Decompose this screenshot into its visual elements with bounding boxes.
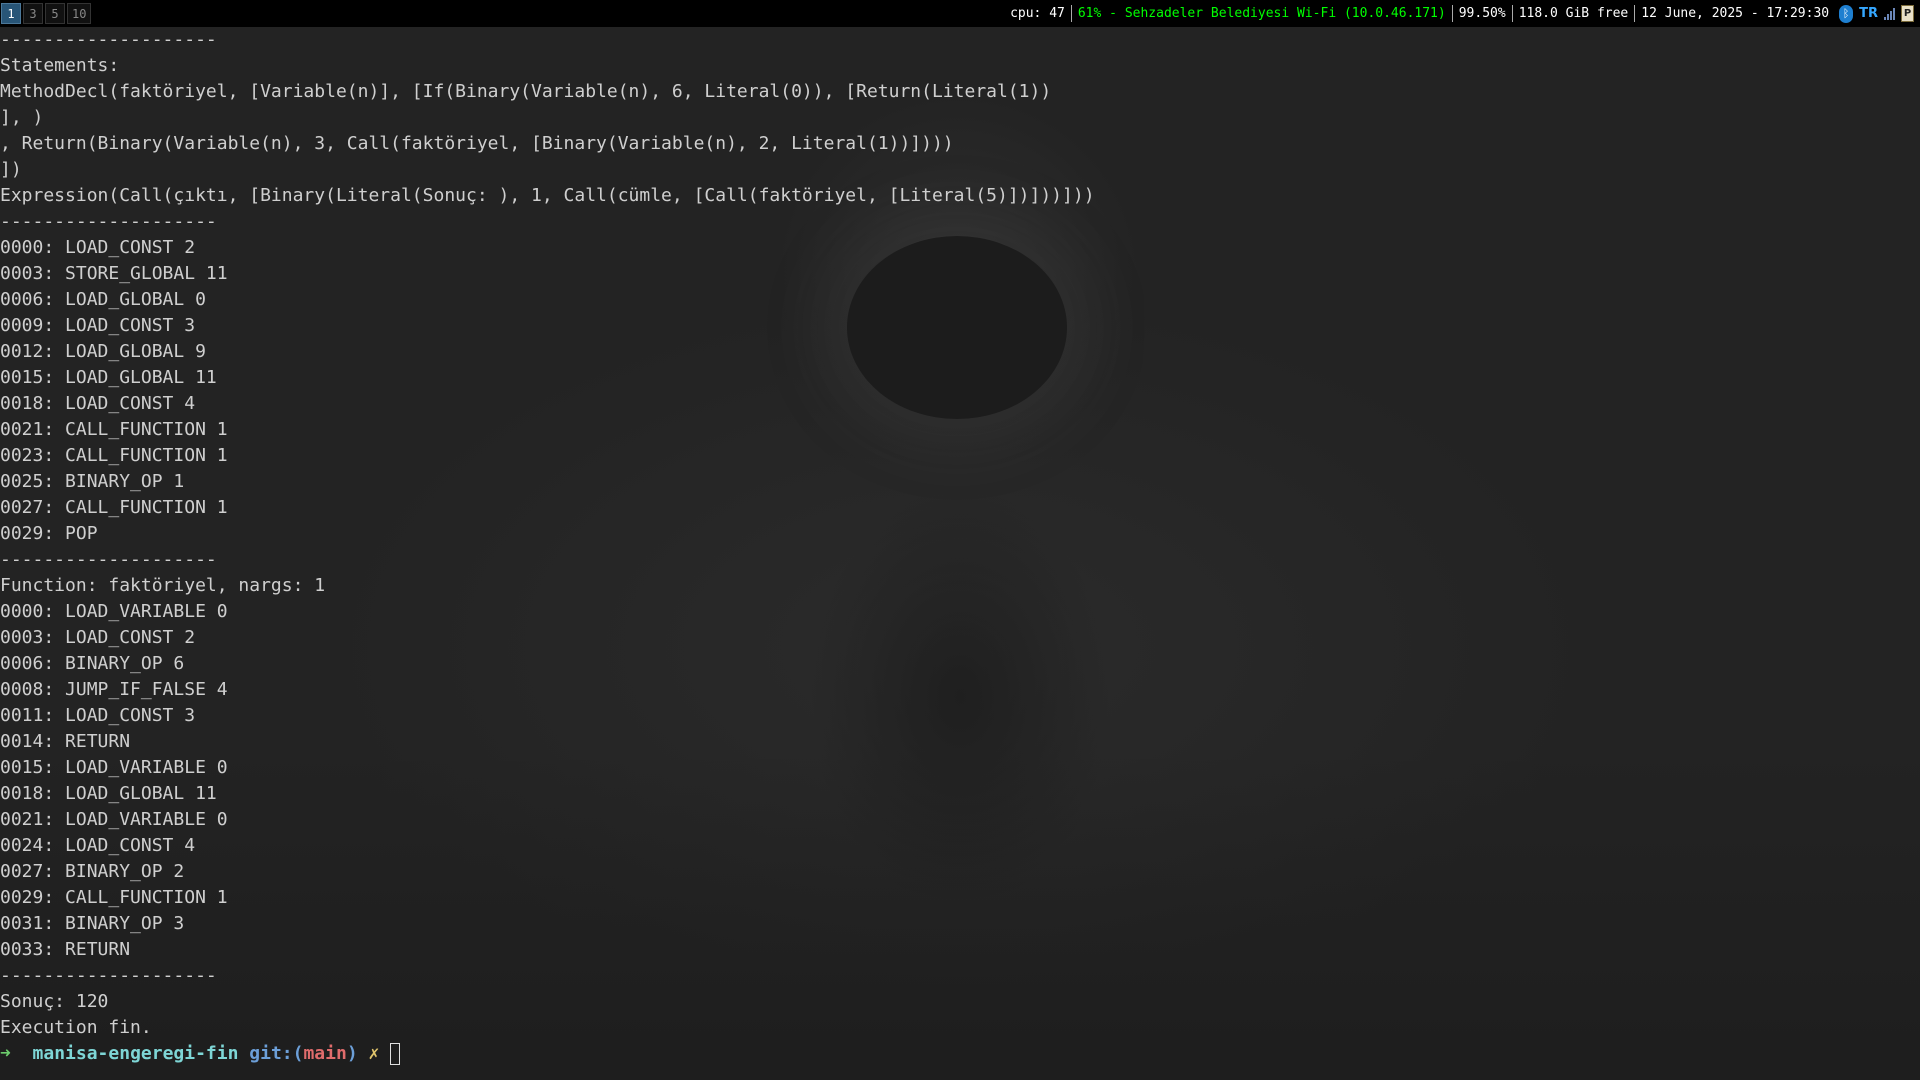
clipboard-icon[interactable]: P	[1901, 5, 1914, 22]
workspace-list: 1 3 5 10	[0, 3, 92, 24]
terminal-line: 0008: JUMP_IF_FALSE 4	[0, 679, 228, 700]
terminal-line: 0018: LOAD_CONST 4	[0, 393, 196, 414]
terminal-line: 0003: STORE_GLOBAL 11	[0, 263, 228, 284]
prompt-dirty-marker: ✗	[368, 1043, 380, 1064]
terminal-line: 0024: LOAD_CONST 4	[0, 835, 196, 856]
terminal-line: 0029: POP	[0, 523, 98, 544]
terminal-line: 0009: LOAD_CONST 3	[0, 315, 196, 336]
prompt-git-close: )	[346, 1043, 358, 1064]
status-bar: 1 3 5 10 cpu: 47 61% - Sehzadeler Beledi…	[0, 0, 1920, 27]
terminal-line: 0006: BINARY_OP 6	[0, 653, 185, 674]
prompt-git-branch: main	[303, 1043, 347, 1064]
terminal-line: 0027: CALL_FUNCTION 1	[0, 497, 228, 518]
terminal-cursor	[390, 1043, 401, 1065]
terminal-line: 0031: BINARY_OP 3	[0, 913, 185, 934]
terminal-line: 0025: BINARY_OP 1	[0, 471, 185, 492]
terminal-line: 0015: LOAD_VARIABLE 0	[0, 757, 228, 778]
terminal-line: MethodDecl(faktöriyel, [Variable(n)], [I…	[0, 81, 1052, 102]
terminal-line: Statements:	[0, 55, 120, 76]
terminal-line: ])	[0, 159, 22, 180]
terminal-line: 0014: RETURN	[0, 731, 131, 752]
workspace-button-5[interactable]: 5	[45, 3, 65, 24]
terminal-line: 0000: LOAD_CONST 2	[0, 237, 196, 258]
signal-icon[interactable]	[1884, 7, 1895, 20]
datetime-status: 12 June, 2025 - 17:29:30	[1641, 6, 1830, 21]
terminal-line: 0011: LOAD_CONST 3	[0, 705, 196, 726]
terminal-line: --------------------	[0, 211, 217, 232]
terminal-line: --------------------	[0, 549, 217, 570]
terminal-line: Expression(Call(çıktı, [Binary(Literal(S…	[0, 185, 1095, 206]
terminal-line: 0027: BINARY_OP 2	[0, 861, 185, 882]
terminal-line: 0015: LOAD_GLOBAL 11	[0, 367, 217, 388]
workspace-button-1[interactable]: 1	[1, 3, 21, 24]
bluetooth-icon[interactable]: ᛒ	[1839, 4, 1854, 23]
cpu-status: cpu: 47	[1010, 6, 1065, 21]
prompt-arrow: ➜	[0, 1043, 11, 1064]
terminal-line: , Return(Binary(Variable(n), 3, Call(fak…	[0, 133, 954, 154]
terminal-line: 0029: CALL_FUNCTION 1	[0, 887, 228, 908]
terminal-line: 0033: RETURN	[0, 939, 131, 960]
terminal-line: 0003: LOAD_CONST 2	[0, 627, 196, 648]
terminal-line: 0006: LOAD_GLOBAL 0	[0, 289, 206, 310]
workspace-button-3[interactable]: 3	[23, 3, 43, 24]
terminal-output: -------------------- Statements: MethodDec…	[0, 27, 1920, 1041]
terminal-line: Sonuç: 120	[0, 991, 109, 1012]
system-tray: ᛒ TR P	[1835, 4, 1914, 23]
wifi-status: 61% - Sehzadeler Belediyesi Wi-Fi (10.0.…	[1077, 6, 1446, 21]
terminal-line: Execution fin.	[0, 1017, 152, 1038]
terminal-line: 0018: LOAD_GLOBAL 11	[0, 783, 217, 804]
battery-status: 99.50%	[1458, 6, 1506, 21]
terminal-line: Function: faktöriyel, nargs: 1	[0, 575, 326, 596]
keyboard-layout-indicator[interactable]: TR	[1859, 6, 1878, 21]
disk-status: 118.0 GiB free	[1518, 6, 1629, 21]
prompt-directory: manisa-engeregi-fin	[32, 1043, 239, 1064]
terminal-line: 0021: LOAD_VARIABLE 0	[0, 809, 228, 830]
terminal-line: 0012: LOAD_GLOBAL 9	[0, 341, 206, 362]
terminal-window[interactable]: -------------------- Statements: MethodDec…	[0, 27, 1920, 1080]
status-blocks: cpu: 47 61% - Sehzadeler Belediyesi Wi-F…	[1004, 0, 1920, 27]
terminal-line: ], )	[0, 107, 44, 128]
prompt-git-label: git:(	[249, 1043, 304, 1064]
workspace-button-10[interactable]: 10	[67, 3, 92, 24]
shell-prompt[interactable]: ➜ manisa-engeregi-fin git:( main ) ✗	[0, 1041, 1920, 1067]
terminal-line: 0000: LOAD_VARIABLE 0	[0, 601, 228, 622]
terminal-line: --------------------	[0, 29, 217, 50]
terminal-line: 0023: CALL_FUNCTION 1	[0, 445, 228, 466]
terminal-line: --------------------	[0, 965, 217, 986]
terminal-line: 0021: CALL_FUNCTION 1	[0, 419, 228, 440]
